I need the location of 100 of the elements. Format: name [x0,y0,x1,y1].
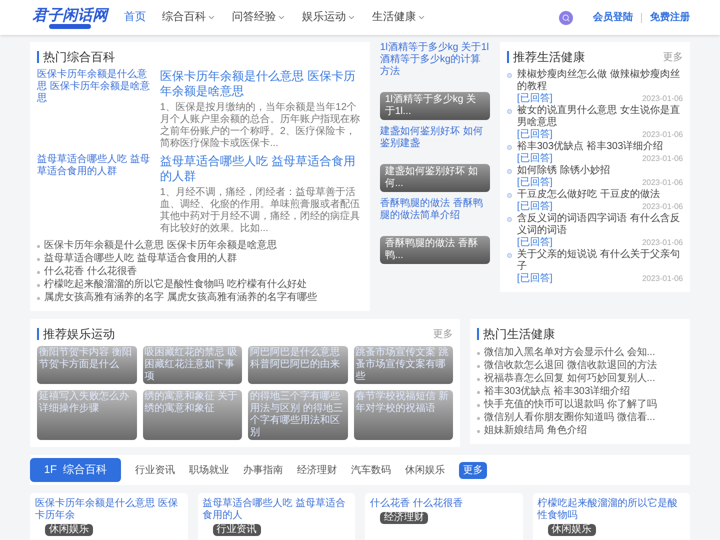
image-alt-text: 益母草适合哪些人吃 益母草适合食用的人 [202,498,346,522]
bullet-icon [507,145,512,150]
category-tag: 经济理财 [380,512,428,524]
list-link[interactable]: 益母草适合哪些人吃 益母草适合食用的人群 [44,252,237,265]
list-link[interactable]: 柠檬吃起来酸溜溜的所以它是酸性食物吗 吃柠檬有什么好处 [44,278,307,291]
article-title[interactable]: 益母草适合哪些人吃 益母草适合食用的人群 [160,154,363,184]
article-card[interactable]: 柠檬吃起来酸溜溜的所以它是酸性食物吗 休闲娱乐 [532,493,690,540]
image-caption[interactable]: 1l酒精等于多少kg 关于1l... [380,92,490,120]
list-bullet-icon [477,391,480,394]
list-bullet-icon [37,284,40,287]
category-tag: 休闲娱乐 [548,524,596,536]
search-icon [562,14,570,22]
nav-link[interactable]: 问答经验 [232,9,286,26]
date-text: 2023-01-06 [642,129,683,141]
image-alt-text: 香酥鸭腿的做法 香酥鸭腿的做法简单介绍 [380,198,484,222]
list-bullet-icon [477,365,480,368]
question-link[interactable]: 辣椒炒瘦肉丝怎么做 做辣椒炒瘦肉丝的教程 [517,69,683,93]
list-bullet-icon [477,430,480,433]
title-accent-icon [37,51,39,63]
list-bullet-icon [477,352,480,355]
article-summary: 1、月经不调，痛经，闭经者：益母草善于活血、调经、化瘀的作用。单味煎膏服或者配伍其他中药对于月经不调，痛经，闭经的病症具有比较好的效果。比如... [160,187,361,235]
bullet-icon [507,193,512,198]
question-link[interactable]: 关于父亲的短说说 有什么关于父亲句子 [517,249,683,273]
image-alt-text: 益母草适合哪些人吃 益母草适合食用的人群 [37,154,151,179]
answer-status: [已回答] [517,129,553,140]
list-link[interactable]: 什么花香 什么花很香 [44,265,137,278]
image-alt-text: 建盏如何鉴别好坏 如何鉴别建盏 [380,126,484,150]
bullet-icon [507,253,512,258]
list-link[interactable]: 裕丰303优缺点 裕丰303详细介绍 [484,385,630,398]
article-card[interactable]: 医保卡历年余额是什么意思 医保卡历年余 休闲娱乐 [30,493,188,540]
category-floor-button[interactable]: 1F 综合百科 [30,458,121,482]
image-alt-text: 衡阳节贺卡内容 衡阳节贺卡方面是什么 [39,347,133,371]
list-link[interactable]: 微信收款怎么退回 微信收款退回的方法 [484,359,657,372]
image-alt-text: 阿巴阿巴是什么意思科普阿巴阿巴的由来 [250,347,341,371]
image-alt-text: 什么花香 什么花很香 [370,498,463,510]
bullet-icon [507,217,512,222]
nav-link[interactable]: 综合百科 [162,9,216,26]
list-bullet-icon [37,297,40,300]
bullet-icon [507,109,512,114]
list-link[interactable]: 快手充值的快币可以退款吗 你了解了吗 [484,398,657,411]
date-text: 2023-01-06 [642,177,683,188]
category-tab[interactable]: 职场就业 [188,462,229,478]
list-link[interactable]: 祝福恭喜怎么回复 如何巧妙回复别人... [484,372,656,385]
search-button[interactable] [559,10,573,24]
list-bullet-icon [477,417,480,420]
category-tab[interactable]: 汽车数码 [350,462,391,478]
section-title: 推荐生活健康 [513,49,585,65]
bullet-icon [507,169,512,174]
article-summary: 1、医保是按月缴纳的，当年余额是当年12个月个人账户里余额的总合。历年账户指现在称之前年份账户的一个称呼。2、医疗保险卡，简称医疗保险卡或医保卡... [160,102,361,150]
answer-status: [已回答] [517,201,553,212]
answer-status: [已回答] [517,177,553,188]
title-accent-icon [37,328,39,340]
question-link[interactable]: 干豆皮怎么做好吃 干豆皮的做法 [517,189,683,201]
question-link[interactable]: 如何除锈 除锈小妙招 [517,165,683,177]
date-text: 2023-01-06 [642,237,683,248]
image-alt-text: 延禧写入失败怎么办详细操作步骤 [39,391,130,415]
site-logo[interactable]: 君子闲话网 [32,6,108,24]
question-link[interactable]: 被女的说直男什么意思 女生说你是直男啥意思 [517,105,683,129]
list-bullet-icon [477,378,480,381]
image-alt-text: 绣的寓意和象征 关于绣的寓意和象征 [144,391,238,415]
nav-link[interactable]: 生活健康 [372,9,426,26]
login-link[interactable]: 会员登陆 [593,10,633,25]
list-link[interactable]: 微信别人看你朋友圈你知道吗 微信看... [484,411,656,424]
category-tag: 休闲娱乐 [45,524,93,536]
title-accent-icon [477,328,479,340]
answer-status: [已回答] [517,273,553,285]
article-card[interactable]: 什么花香 什么花很香 经济理财 [365,493,522,540]
nav-link[interactable]: 娱乐运动 [302,9,356,26]
list-bullet-icon [37,258,40,261]
article-card[interactable]: 益母草适合哪些人吃 益母草适合食用的人 行业资讯 [198,493,355,540]
article-title[interactable]: 医保卡历年余额是什么意思 医保卡历年余额是啥意思 [160,69,363,99]
category-tab[interactable]: 休闲娱乐 [404,462,445,478]
list-link[interactable]: 医保卡历年余额是什么意思 医保卡历年余额是啥意思 [44,239,277,252]
title-accent-icon [507,51,509,63]
date-text: 2023-01-06 [642,273,683,285]
answer-status: [已回答] [517,93,553,104]
question-link[interactable]: 裕丰303优缺点 裕丰303详细介绍 [517,141,683,153]
date-text: 2023-01-06 [642,201,683,212]
image-alt-text: 1l酒精等于多少kg 关于1l酒精等于多少kg的计算方法 [380,42,490,78]
list-bullet-icon [37,271,40,274]
register-link[interactable]: 免费注册 [650,10,690,25]
list-bullet-icon [477,404,480,407]
question-link[interactable]: 含反义词的词语四字词语 有什么含反义词的词语 [517,213,683,237]
category-tab[interactable]: 行业资讯 [134,462,175,478]
answer-status: [已回答] [517,237,553,248]
category-tag: 行业资讯 [212,524,260,536]
section-title: 热门综合百科 [43,49,115,65]
nav-link[interactable]: 首页 [124,9,146,26]
list-bullet-icon [37,245,40,248]
more-button[interactable]: 更多 [458,462,487,478]
image-alt-text: 医保卡历年余额是什么意思 医保卡历年余 [35,498,179,522]
image-alt-text: 医保卡历年余额是什么意思 医保卡历年余额是啥意思 [37,69,151,106]
category-tab[interactable]: 办事指南 [242,462,283,478]
image-caption[interactable]: 建盏如何鉴别好坏 如何... [380,164,490,192]
section-title: 热门生活健康 [483,326,555,342]
image-caption[interactable]: 香酥鸭腿的做法 香酥鸭... [380,236,490,264]
category-tab[interactable]: 经济理财 [296,462,337,478]
list-link[interactable]: 微信加入黑名单对方会显示什么 会知... [484,346,656,359]
list-link[interactable]: 属虎女孩高雅有涵养的名字 属虎女孩高雅有涵养的名字有哪些 [44,291,317,304]
list-link[interactable]: 姐妹新娘结局 角色介绍 [484,424,587,437]
